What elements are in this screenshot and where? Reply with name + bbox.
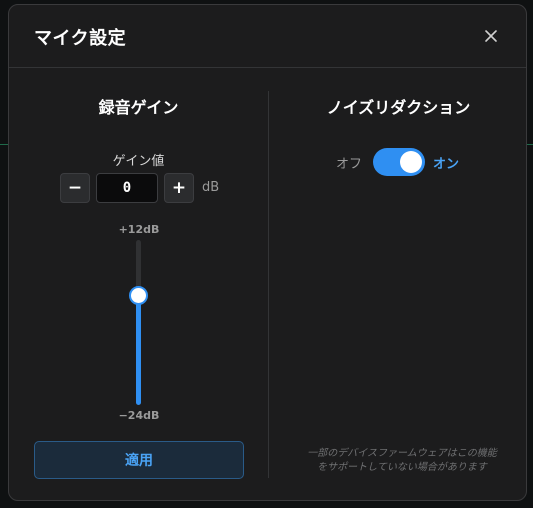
gain-value-label: ゲイン値: [112, 154, 165, 169]
noise-reduction-section-title: ノイズリダクション: [326, 98, 471, 117]
gain-value-input[interactable]: [96, 173, 158, 203]
dialog-title: マイク設定: [34, 28, 127, 49]
note-line-1: 一部のデバイスファームウェアはこの機能: [307, 448, 497, 459]
slider-max-label: +12dB: [118, 223, 160, 236]
noise-reduction-toggle[interactable]: [373, 148, 425, 176]
gain-decrease-button[interactable]: −: [60, 173, 90, 203]
apply-button[interactable]: 適用: [34, 441, 244, 479]
slider-thumb[interactable]: [129, 285, 148, 305]
close-icon: [485, 30, 497, 42]
slider-fill: [136, 295, 141, 405]
mic-settings-dialog: マイク設定 録音ゲイン ゲイン値 − + dB +12dB −24dB 適用 ノ…: [8, 4, 527, 501]
section-divider: [268, 91, 269, 478]
slider-min-label: −24dB: [118, 409, 160, 422]
toggle-off-label: オフ: [336, 157, 363, 172]
note-line-2: をサポートしていない場合があります: [317, 462, 487, 473]
toggle-knob: [400, 151, 422, 173]
gain-increase-button[interactable]: +: [164, 173, 194, 203]
close-button[interactable]: [482, 27, 500, 45]
gain-section-title: 録音ゲイン: [98, 98, 179, 117]
dialog-header: マイク設定: [9, 5, 526, 68]
gain-slider[interactable]: [119, 240, 159, 405]
firmware-support-note: 一部のデバイスファームウェアはこの機能 をサポートしていない場合があります: [277, 447, 526, 475]
gain-unit-label: dB: [202, 180, 220, 195]
toggle-on-label: オン: [433, 157, 460, 172]
